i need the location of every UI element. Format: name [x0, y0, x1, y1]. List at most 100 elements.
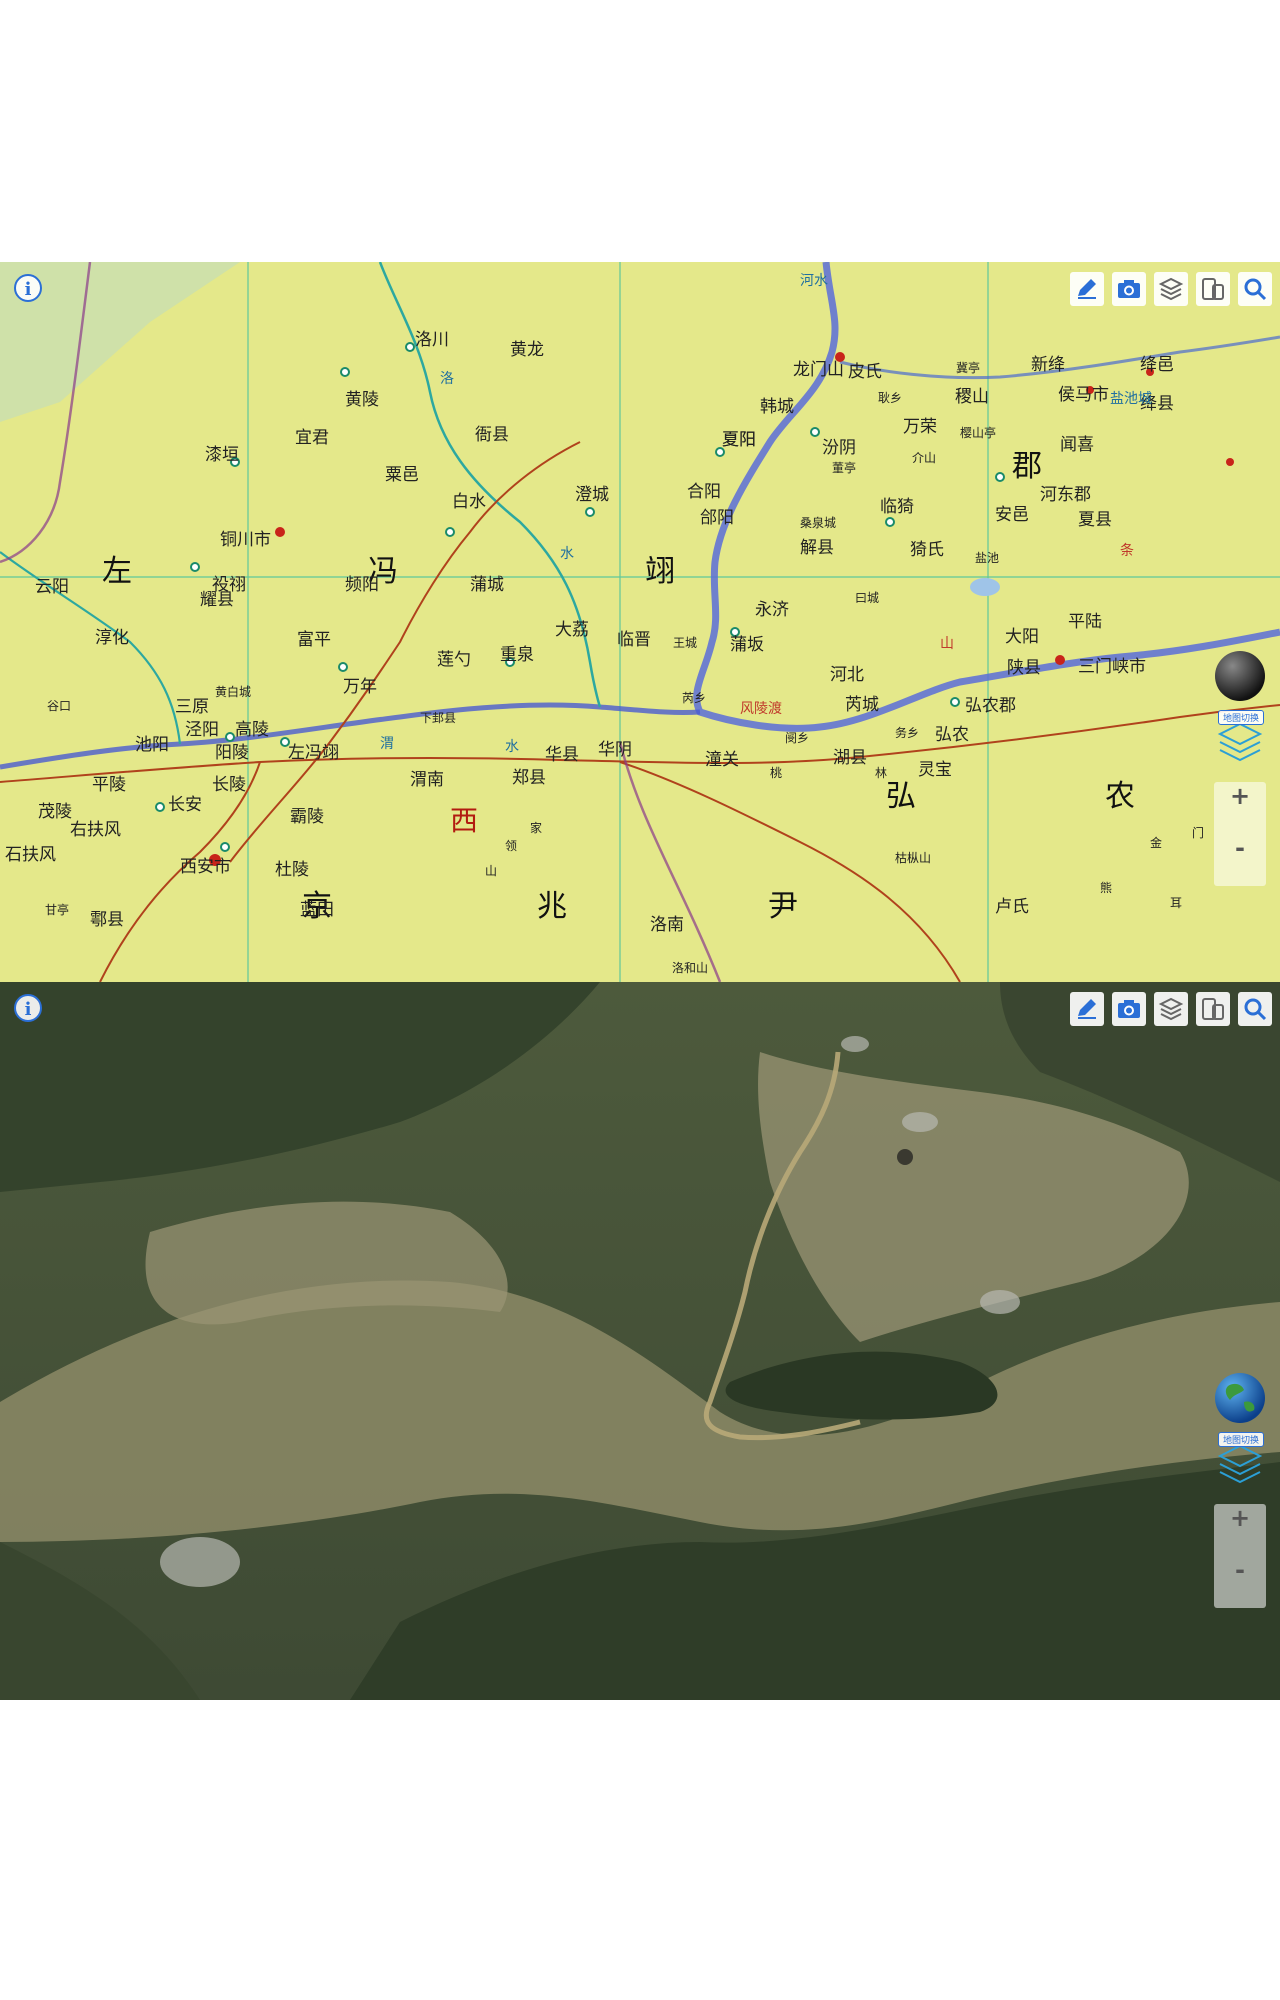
place-label: 华县	[545, 745, 579, 765]
place-label: 侯马市	[1058, 385, 1109, 405]
layer-switch-label: 地图切换	[1218, 710, 1264, 725]
minor-place-label: 介山	[912, 451, 937, 465]
minor-place-label: 领	[505, 839, 518, 853]
place-label: 石扶风	[5, 845, 56, 865]
minor-place-label: 枯枞山	[895, 851, 932, 865]
large-region-label: 尹	[768, 889, 800, 924]
place-label: 华阴	[598, 740, 632, 760]
layer-switch-button[interactable]: 地图切换	[1214, 708, 1266, 764]
place-label: 左冯翊	[288, 743, 339, 763]
water-label: 水	[560, 546, 574, 562]
water-label: 河水	[800, 273, 828, 289]
minor-place-label: 王城	[673, 636, 698, 650]
water-label: 水	[505, 739, 519, 755]
feature-label: 风陵渡	[740, 701, 782, 717]
place-label: 宜君	[295, 428, 329, 448]
place-label: 三原	[175, 697, 209, 717]
feature-label: 山	[940, 636, 954, 652]
water-label: 盐池城	[1110, 391, 1152, 407]
place-label: 湖县	[833, 748, 867, 768]
place-label: 右扶风	[70, 820, 121, 840]
place-label: 洛川	[415, 330, 449, 350]
zoom-out-button[interactable]: -	[1214, 1556, 1266, 1608]
devices-icon[interactable]	[1196, 272, 1230, 306]
historical-map-pane[interactable]: 左冯翊郡弘农京兆尹西洛川 黄陵 宜君 漆垣 粟邑 衙县 白水 澄城 合阳 郃阳 夏阳 汾阴 万荣 韩城 龙门…	[0, 262, 1280, 982]
place-label: 解县	[800, 538, 834, 558]
zoom-in-button[interactable]: +	[1214, 782, 1266, 834]
place-label: 泾阳	[185, 720, 219, 740]
place-label: 白水	[452, 492, 486, 512]
zoom-in-button[interactable]: +	[1214, 1504, 1266, 1556]
place-label: 杜陵	[275, 860, 309, 880]
globe-view-icon[interactable]	[1214, 1372, 1266, 1424]
place-label: 永济	[755, 600, 789, 620]
satellite-imagery	[0, 982, 1280, 1700]
place-label: 大阳	[1005, 627, 1039, 647]
edit-icon[interactable]	[1070, 992, 1104, 1026]
search-icon[interactable]	[1238, 992, 1272, 1026]
zoom-control: + -	[1214, 782, 1266, 886]
minor-place-label: 金	[1150, 836, 1163, 850]
place-label: 河北	[830, 665, 864, 685]
zoom-out-button[interactable]: -	[1214, 834, 1266, 886]
place-label: 长陵	[212, 775, 246, 795]
place-label: 粟邑	[385, 465, 419, 485]
search-icon[interactable]	[1238, 272, 1272, 306]
place-label: 云阳	[35, 577, 69, 597]
place-label: 汾阴	[822, 438, 856, 458]
minor-place-label: 林	[875, 766, 888, 780]
globe-view-icon[interactable]	[1214, 650, 1266, 702]
minor-place-label: 耳	[1170, 896, 1183, 910]
minor-place-label: 董亭	[832, 461, 857, 475]
devices-icon[interactable]	[1196, 992, 1230, 1026]
large-region-label: 兆	[537, 889, 569, 924]
place-label: 长安	[168, 795, 202, 815]
minor-place-label: 桑泉城	[800, 516, 837, 530]
info-button[interactable]: i	[14, 274, 42, 302]
place-label: 祋祤	[212, 575, 246, 595]
place-label: 黄龙	[510, 340, 544, 360]
edit-icon[interactable]	[1070, 272, 1104, 306]
layers-stack-icon[interactable]	[1154, 272, 1188, 306]
place-label: 弘农郡	[965, 696, 1016, 716]
place-label: 频阳	[345, 575, 379, 595]
large-region-label: 郡	[1012, 449, 1044, 484]
place-label: 蒲城	[470, 575, 504, 595]
place-label: 郑县	[512, 768, 546, 788]
map-toolbar-top	[1070, 272, 1272, 306]
minor-place-label: 耿乡	[878, 391, 903, 405]
camera-icon[interactable]	[1112, 272, 1146, 306]
place-label: 万年	[343, 677, 377, 697]
place-label: 鄠县	[90, 910, 124, 930]
place-label: 大荔	[555, 620, 589, 640]
place-label: 夏阳	[722, 430, 756, 450]
large-region-label: 农	[1105, 779, 1137, 814]
minor-place-label: 务乡	[895, 726, 920, 740]
feature-label: 条	[1120, 543, 1134, 559]
layer-switch-button[interactable]: 地图切换	[1214, 1430, 1266, 1486]
place-label: 夏县	[1078, 510, 1112, 530]
info-button-bottom[interactable]: i	[14, 994, 42, 1022]
place-label: 郃阳	[700, 508, 734, 528]
minor-place-label: 冀亭	[956, 361, 981, 375]
minor-place-label: 门	[1192, 826, 1205, 840]
place-label: 澄城	[575, 485, 609, 505]
minor-place-label: 桃	[770, 766, 783, 780]
place-label: 黄陵	[345, 390, 379, 410]
place-label: 富平	[297, 630, 331, 650]
layer-switch-label: 地图切换	[1218, 1432, 1264, 1447]
place-label: 猗氏	[910, 540, 944, 560]
place-label: 高陵	[235, 720, 269, 740]
large-region-label: 翊	[645, 554, 677, 589]
place-label: 稷山	[955, 387, 989, 407]
layers-stack-icon[interactable]	[1154, 992, 1188, 1026]
map-side-controls-bottom: 地图切换 + -	[1214, 1372, 1266, 1608]
place-label: 平陆	[1068, 612, 1102, 632]
minor-place-label: 甘亭	[45, 903, 70, 917]
satellite-map-pane[interactable]: i 地图切换 + -	[0, 982, 1280, 1700]
camera-icon[interactable]	[1112, 992, 1146, 1026]
water-label: 洛	[440, 371, 454, 387]
place-label: 平陵	[92, 775, 126, 795]
region-label: 西	[450, 804, 479, 837]
minor-place-label: 家	[530, 821, 543, 835]
